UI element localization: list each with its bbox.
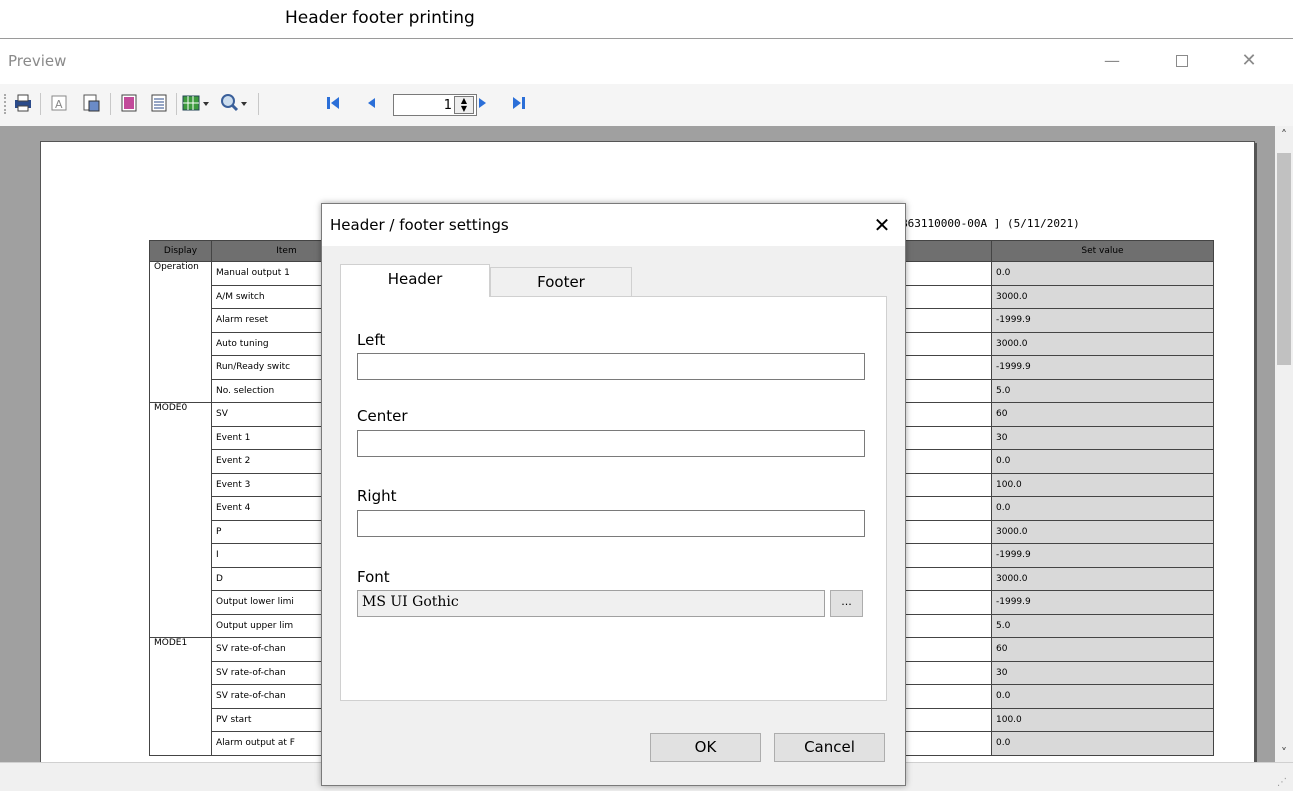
cell-set-value: 3000.0 xyxy=(991,331,1214,356)
toolbar-separator xyxy=(176,93,177,115)
cell-set-value: -1999.9 xyxy=(991,590,1214,615)
callout-label: Header footer printing xyxy=(285,8,475,28)
page-color-icon xyxy=(121,94,137,112)
zoom-dropdown-button[interactable] xyxy=(218,93,254,115)
cell-set-value: 30 xyxy=(991,660,1214,685)
cell-set-value: 0.0 xyxy=(991,496,1214,521)
vertical-scrollbar[interactable]: ˄ ˅ xyxy=(1275,126,1293,762)
text-button[interactable]: A xyxy=(48,93,70,115)
print-button[interactable] xyxy=(12,93,34,115)
cell-set-value: -1999.9 xyxy=(991,543,1214,568)
cell-set-value: 3000.0 xyxy=(991,566,1214,591)
column-header-set-value: Set value xyxy=(991,240,1214,262)
font-label: Font xyxy=(357,568,390,586)
toolbar: A 1 ▲ ▼ xyxy=(0,84,1293,126)
page-header-text: B63110000-00A ] (5/11/2021) xyxy=(901,217,1080,230)
toolbar-separator xyxy=(40,93,41,115)
cell-set-value: 0.0 xyxy=(991,684,1214,709)
maximize-icon xyxy=(1176,55,1188,67)
page-color-button[interactable] xyxy=(118,93,140,115)
cell-display: Operation xyxy=(149,261,212,403)
column-header-display: Display xyxy=(149,240,212,262)
cell-set-value: 60 xyxy=(991,402,1214,427)
right-label: Right xyxy=(357,487,397,505)
close-button[interactable]: ✕ xyxy=(1237,49,1261,73)
cell-display: MODE1 xyxy=(149,637,212,756)
left-label: Left xyxy=(357,331,386,349)
toolbar-grip[interactable] xyxy=(4,94,7,114)
maximize-button[interactable] xyxy=(1170,49,1194,73)
header-footer-icon xyxy=(151,94,167,112)
last-page-icon xyxy=(513,97,525,109)
tab-header[interactable]: Header xyxy=(340,264,490,297)
cell-set-value: 60 xyxy=(991,637,1214,662)
cell-set-value: 0.0 xyxy=(991,261,1214,286)
scroll-up-icon[interactable]: ˄ xyxy=(1275,126,1293,144)
window-titlebar: Preview — ✕ xyxy=(0,39,1293,84)
cancel-button[interactable]: Cancel xyxy=(774,733,885,762)
center-label: Center xyxy=(357,407,408,425)
cell-set-value: 3000.0 xyxy=(991,519,1214,544)
toolbar-separator xyxy=(110,93,111,115)
right-input[interactable] xyxy=(357,510,865,537)
cell-set-value: 0.0 xyxy=(991,449,1214,474)
scrollbar-thumb[interactable] xyxy=(1277,153,1291,365)
center-input[interactable] xyxy=(357,430,865,457)
next-page-icon xyxy=(479,98,486,108)
printer-icon xyxy=(15,94,31,112)
cell-set-value: 3000.0 xyxy=(991,284,1214,309)
page-spin-buttons[interactable]: ▲ ▼ xyxy=(454,96,474,114)
text-icon: A xyxy=(51,95,67,111)
last-page-button[interactable] xyxy=(508,93,530,115)
dialog-titlebar: Header / footer settings ✕ xyxy=(322,204,905,246)
tab-footer[interactable]: Footer xyxy=(490,267,632,297)
next-page-button[interactable] xyxy=(472,93,494,115)
font-field: MS UI Gothic xyxy=(357,590,825,617)
left-input[interactable] xyxy=(357,353,865,380)
toolbar-separator xyxy=(258,93,259,115)
cell-set-value: 0.0 xyxy=(991,731,1214,756)
first-page-button[interactable] xyxy=(322,93,344,115)
page-setup-button[interactable] xyxy=(80,93,102,115)
scroll-down-icon[interactable]: ˅ xyxy=(1275,744,1293,762)
cell-set-value: -1999.9 xyxy=(991,355,1214,380)
font-browse-button[interactable]: ... xyxy=(830,590,863,617)
page-setup-icon xyxy=(83,94,100,112)
grid-dropdown-button[interactable] xyxy=(180,93,216,115)
ok-button[interactable]: OK xyxy=(650,733,761,762)
first-page-icon xyxy=(327,97,339,109)
cell-set-value: 5.0 xyxy=(991,378,1214,403)
header-tab-panel: Left Center Right Font MS UI Gothic ... xyxy=(340,296,887,701)
header-footer-dialog: Header / footer settings ✕ Header Footer… xyxy=(321,203,906,786)
window-title: Preview xyxy=(8,52,67,70)
resize-grip-icon[interactable]: ⋰ xyxy=(1277,777,1287,788)
page-number-stepper[interactable]: ▲▼ xyxy=(393,94,477,116)
prev-page-button[interactable] xyxy=(360,93,382,115)
page-number-input[interactable] xyxy=(396,97,452,113)
grid-icon xyxy=(182,95,209,111)
cell-set-value: 100.0 xyxy=(991,707,1214,732)
screen: Header footer printing Preview — ✕ A 1 ▲… xyxy=(0,0,1293,791)
dialog-title: Header / footer settings xyxy=(330,216,509,234)
svg-text:A: A xyxy=(55,98,63,111)
cell-set-value: 30 xyxy=(991,425,1214,450)
cell-display: MODE0 xyxy=(149,402,212,638)
cell-set-value: -1999.9 xyxy=(991,308,1214,333)
cell-set-value: 5.0 xyxy=(991,613,1214,638)
dialog-close-button[interactable]: ✕ xyxy=(867,211,897,239)
header-footer-button[interactable] xyxy=(148,93,170,115)
minimize-button[interactable]: — xyxy=(1100,49,1124,73)
zoom-icon xyxy=(221,94,247,112)
prev-page-icon xyxy=(368,98,375,108)
cell-set-value: 100.0 xyxy=(991,472,1214,497)
